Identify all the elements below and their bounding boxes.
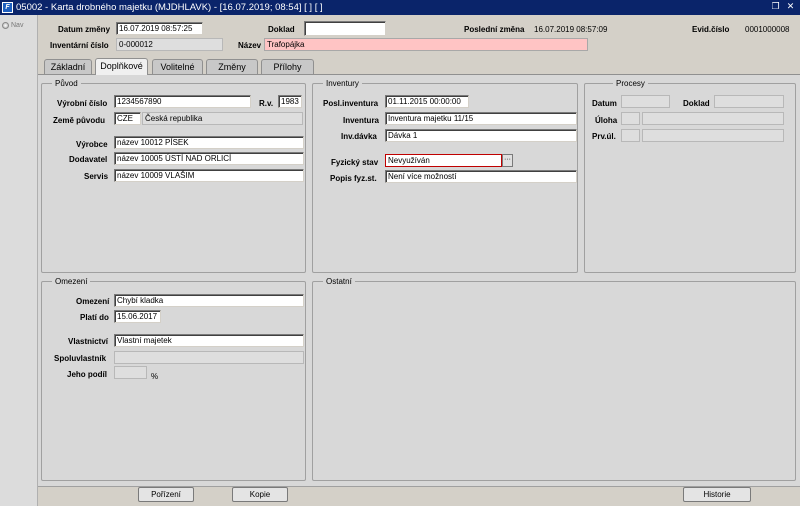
- tab-prilohy[interactable]: Přílohy: [261, 59, 314, 75]
- dodavatel-field[interactable]: název 10005 ÚSTÍ NAD ORLICÍ: [114, 152, 304, 165]
- datum-zmeny-label: Datum změny: [58, 25, 111, 34]
- rv-label: R.v.: [259, 99, 274, 108]
- tab-doplnkove[interactable]: Doplňkové: [95, 58, 148, 75]
- omezeni-label: Omezení: [76, 297, 110, 306]
- nazev-field[interactable]: Trafopájka: [264, 38, 588, 51]
- procesy-uloha-label: Úloha: [595, 116, 618, 125]
- nav-radio-icon: [2, 22, 9, 29]
- app-icon: F: [2, 2, 13, 13]
- vyrobce-field[interactable]: název 10012 PÍSEK: [114, 136, 304, 149]
- vyrobce-label: Výrobce: [76, 140, 108, 149]
- bottom-button-bar: Pořízení Kopie Historie: [38, 486, 800, 506]
- procesy-datum-field: [621, 95, 670, 108]
- tab-content-doplnkove: Původ Výrobní číslo 1234567890 R.v. 1983…: [38, 74, 800, 486]
- popis-fyz-st-label: Popis fyz.st.: [330, 174, 377, 183]
- nazev-label: Název: [238, 41, 262, 50]
- window-controls: ❐ ✕: [770, 1, 796, 12]
- zeme-puvodu-label: Země původu: [53, 116, 106, 125]
- vyrobni-cislo-label: Výrobní číslo: [57, 99, 108, 108]
- inv-davka-field[interactable]: Dávka 1: [385, 129, 577, 142]
- omezeni-group: Omezení Omezení Chybí kladka Platí do 15…: [41, 277, 306, 481]
- servis-field[interactable]: název 10009 VLAŠIM: [114, 169, 304, 182]
- inventury-group: Inventury Posl.inventura 01.11.2015 00:0…: [312, 79, 578, 273]
- tab-zakladni[interactable]: Základní: [44, 59, 92, 75]
- doklad-label: Doklad: [268, 25, 295, 34]
- procesy-uloha-name-field: [642, 112, 784, 125]
- procesy-title: Procesy: [613, 79, 648, 88]
- posl-inventura-label: Posl.inventura: [323, 99, 379, 108]
- procesy-doklad-label: Doklad: [683, 99, 710, 108]
- historie-button[interactable]: Historie: [683, 487, 751, 502]
- zeme-name-field: Česká republika: [142, 112, 303, 125]
- jeho-podil-field: [114, 366, 147, 379]
- vlastnictvi-field[interactable]: Vlastní majetek: [114, 334, 304, 347]
- kopie-button[interactable]: Kopie: [232, 487, 288, 502]
- tab-zmeny[interactable]: Změny: [206, 59, 258, 75]
- omezeni-title: Omezení: [52, 277, 91, 286]
- main-form: Datum změny 16.07.2019 08:57:25 Doklad P…: [38, 15, 800, 506]
- zeme-code-field[interactable]: CZE: [114, 112, 141, 125]
- puvod-group: Původ Výrobní číslo 1234567890 R.v. 1983…: [41, 79, 306, 273]
- tab-volitelne[interactable]: Volitelné: [152, 59, 203, 75]
- popis-fyz-st-field[interactable]: Není více možností: [385, 170, 577, 183]
- procesy-prv-ul-code-field: [621, 129, 640, 142]
- inventura-field[interactable]: Inventura majetku 11/15: [385, 112, 577, 125]
- evid-cislo-value: 0001000008: [745, 25, 790, 34]
- posl-inventura-field[interactable]: 01.11.2015 00:00:00: [385, 95, 469, 108]
- plati-do-label: Platí do: [80, 313, 109, 322]
- fyzicky-stav-lookup-button[interactable]: ···: [502, 154, 513, 167]
- posledni-zmena-value: 16.07.2019 08:57:09: [534, 25, 608, 34]
- procesy-datum-label: Datum: [592, 99, 617, 108]
- restore-icon[interactable]: ❐: [770, 1, 781, 12]
- close-icon[interactable]: ✕: [785, 1, 796, 12]
- doklad-field[interactable]: [304, 21, 386, 36]
- procesy-group: Procesy Datum Doklad Úloha Prv.úl.: [584, 79, 796, 273]
- procesy-uloha-code-field: [621, 112, 640, 125]
- inventury-title: Inventury: [323, 79, 362, 88]
- plati-do-field[interactable]: 15.06.2017: [114, 310, 161, 323]
- servis-label: Servis: [84, 172, 109, 181]
- procesy-doklad-field: [714, 95, 784, 108]
- inventarni-cislo-field[interactable]: 0-000012: [116, 38, 223, 51]
- procesy-prv-ul-name-field: [642, 129, 784, 142]
- nav-item[interactable]: Nav: [2, 22, 23, 29]
- spoluvlastnik-field: [114, 351, 304, 364]
- inv-davka-label: Inv.dávka: [341, 132, 377, 141]
- nav-label: Nav: [11, 22, 24, 29]
- jeho-podil-label: Jeho podíl: [67, 370, 107, 379]
- rv-field[interactable]: 1983: [278, 95, 302, 108]
- spoluvlastnik-label: Spoluvlastník: [54, 354, 107, 363]
- evid-cislo-label: Evid.číslo: [692, 25, 730, 34]
- window-title: 05002 - Karta drobného majetku (MJDHLAVK…: [16, 2, 323, 13]
- datum-zmeny-field[interactable]: 16.07.2019 08:57:25: [116, 22, 203, 35]
- omezeni-field[interactable]: Chybí kladka: [114, 294, 304, 307]
- porizeni-button[interactable]: Pořízení: [138, 487, 194, 502]
- posledni-zmena-label: Poslední změna: [464, 25, 525, 34]
- vyrobni-cislo-field[interactable]: 1234567890: [114, 95, 251, 108]
- inventura-label: Inventura: [343, 116, 380, 125]
- inventarni-cislo-label: Inventární číslo: [50, 41, 109, 50]
- percent-sign: %: [151, 372, 159, 381]
- puvod-title: Původ: [52, 79, 81, 88]
- procesy-prv-ul-label: Prv.úl.: [592, 132, 616, 141]
- vlastnictvi-label: Vlastnictví: [68, 337, 109, 346]
- left-nav-strip: Nav: [0, 15, 38, 506]
- fyzicky-stav-field[interactable]: Nevyužíván: [385, 154, 502, 167]
- dodavatel-label: Dodavatel: [69, 155, 108, 164]
- title-bar: F 05002 - Karta drobného majetku (MJDHLA…: [0, 0, 800, 15]
- fyzicky-stav-label: Fyzický stav: [331, 158, 379, 167]
- ostatni-group: Ostatní: [312, 277, 796, 481]
- ostatni-title: Ostatní: [323, 277, 355, 286]
